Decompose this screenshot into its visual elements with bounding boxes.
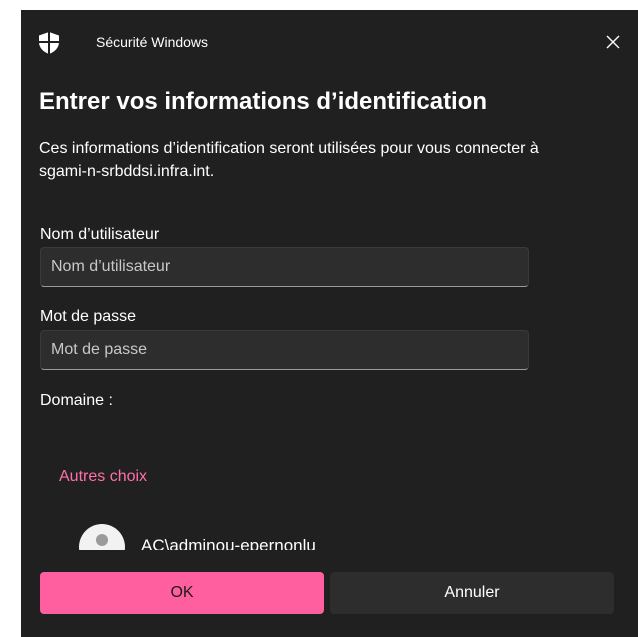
ok-button[interactable]: OK — [40, 572, 324, 614]
password-label: Mot de passe — [40, 308, 137, 325]
dialog-description: Ces informations d’identification seront… — [39, 140, 539, 180]
close-button[interactable] — [599, 28, 627, 56]
title-bar: Sécurité Windows — [21, 10, 638, 70]
account-name: AC\adminou-epernonlu — [141, 536, 316, 550]
password-input[interactable] — [40, 330, 529, 370]
button-bar: OK Annuler — [21, 558, 638, 637]
domain-label: Domaine : — [40, 392, 113, 409]
window-title: Sécurité Windows — [96, 34, 209, 50]
username-label: Nom d’utilisateur — [40, 226, 160, 243]
user-avatar-icon — [79, 524, 125, 550]
other-choices-link[interactable]: Autres choix — [59, 468, 147, 486]
account-option[interactable]: AC\adminou-epernonlu — [79, 522, 579, 550]
username-input[interactable] — [40, 247, 529, 287]
cancel-button[interactable]: Annuler — [330, 572, 614, 614]
close-icon — [606, 35, 620, 49]
dialog-heading: Entrer vos informations d’identification — [39, 88, 488, 115]
credentials-dialog: Sécurité Windows Entrer vos informations… — [21, 10, 638, 637]
shield-icon — [39, 32, 59, 54]
